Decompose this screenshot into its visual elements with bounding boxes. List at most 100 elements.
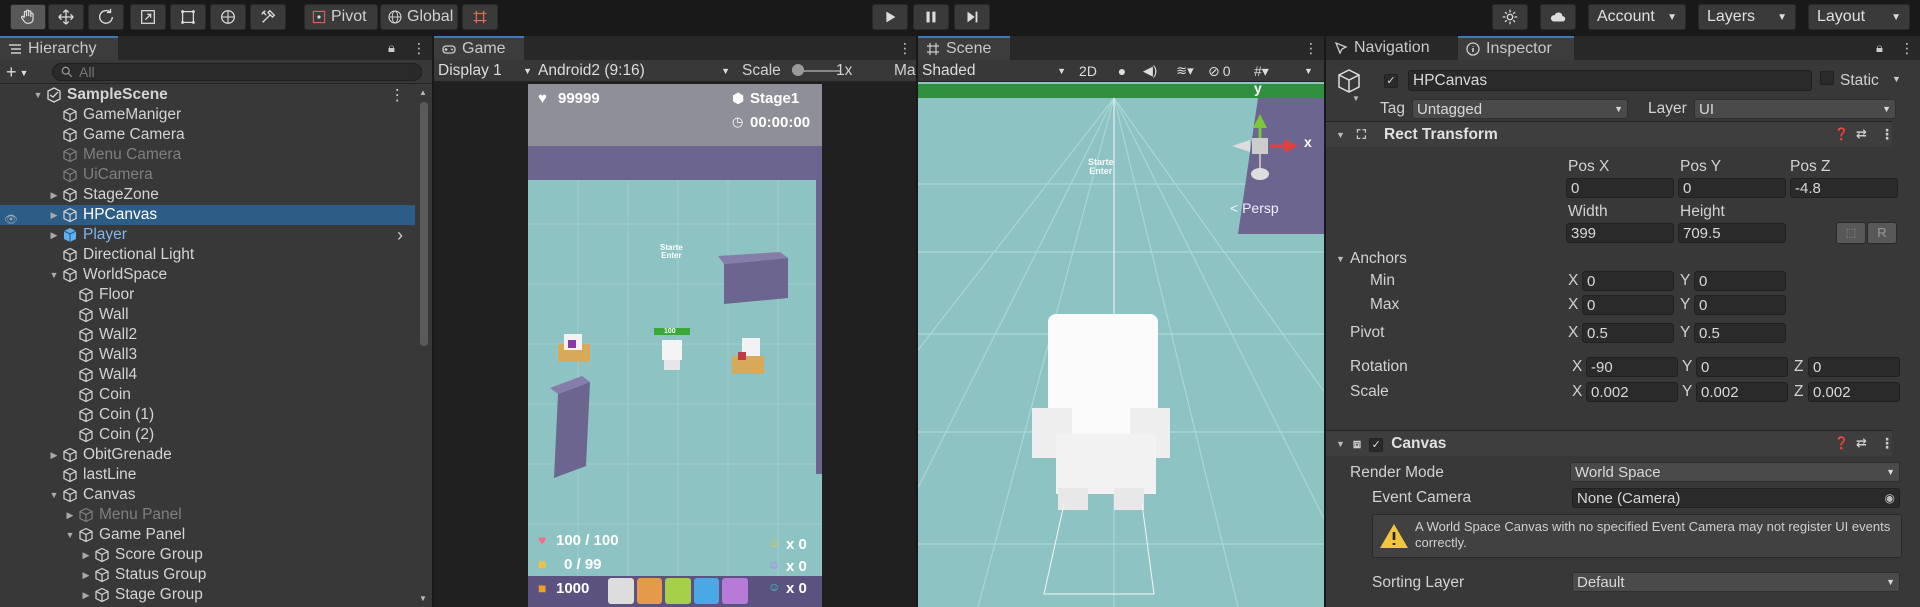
anchors-fold-arrow-icon[interactable]: ▼ (1336, 254, 1345, 264)
tab-navigation[interactable]: Navigation (1326, 36, 1456, 60)
hierarchy-item[interactable]: ▶ StageZone (0, 185, 415, 205)
tab-scene[interactable]: Scene (918, 36, 1010, 60)
game-menu-icon[interactable]: ⋮ (898, 40, 912, 56)
scale-slider-thumb[interactable] (792, 64, 804, 76)
inspector-lock-icon[interactable]: 🔒︎ (1876, 40, 1883, 56)
open-prefab-icon[interactable]: › (397, 225, 403, 246)
tab-game[interactable]: Game (434, 36, 524, 60)
fold-open-icon[interactable]: ▼ (32, 90, 44, 100)
hierarchy-search-field[interactable]: All (52, 63, 422, 81)
anchor-min-x-field[interactable]: 0 (1582, 271, 1674, 291)
sorting-layer-dropdown[interactable]: Default ▼ (1572, 572, 1900, 592)
anchor-min-y-field[interactable]: 0 (1694, 271, 1786, 291)
scale-y-field[interactable]: 0.002 (1696, 382, 1788, 402)
layers-dropdown[interactable]: Layers ▼ (1698, 4, 1796, 30)
hierarchy-item[interactable]: Wall (0, 305, 415, 325)
fold-open-icon[interactable]: ▼ (48, 270, 60, 280)
scale-tool-button[interactable] (130, 4, 166, 30)
hierarchy-item[interactable]: ▶ Stage Group (0, 585, 415, 605)
hand-tool-button[interactable] (10, 4, 46, 30)
help-icon[interactable]: ❓ (1834, 127, 1849, 141)
static-dropdown-arrow-icon[interactable]: ▼ (1892, 74, 1901, 84)
lock-icon[interactable]: 🔒︎ (388, 40, 395, 56)
global-toggle-button[interactable]: Global (380, 4, 458, 30)
rotation-y-field[interactable]: 0 (1696, 357, 1788, 377)
maximize-toggle[interactable]: Ma (894, 62, 916, 80)
hierarchy-item[interactable]: ▼ Canvas (0, 485, 415, 505)
more-dropdown[interactable]: ▼ (1304, 61, 1322, 81)
pivot-toggle-button[interactable]: Pivot (304, 4, 378, 30)
hierarchy-item[interactable]: 👁︎ ▶ HPCanvas (0, 205, 415, 226)
hierarchy-item[interactable]: Coin (0, 385, 415, 405)
object-picker-icon[interactable]: ◉ (1885, 491, 1895, 505)
resolution-dropdown[interactable]: Android2 (9:16) ▼ (538, 61, 730, 81)
object-name-field[interactable]: HPCanvas (1408, 70, 1812, 91)
fold-closed-icon[interactable]: ▶ (48, 190, 60, 201)
active-checkbox[interactable]: ✓ (1384, 71, 1398, 88)
gameobject-icon[interactable] (1334, 66, 1364, 96)
help-icon[interactable]: ❓ (1834, 436, 1849, 450)
dropdown-arrow-icon[interactable]: ▼ (1352, 94, 1360, 103)
pause-button[interactable] (913, 4, 949, 30)
pos-z-field[interactable]: -4.8 (1790, 178, 1898, 198)
fold-closed-icon[interactable]: ▶ (64, 510, 76, 521)
fold-closed-icon[interactable]: ▶ (48, 450, 60, 461)
hierarchy-item[interactable]: ▼ Game Panel (0, 525, 415, 545)
audio-toggle-button[interactable]: ◀) (1138, 61, 1162, 81)
hidden-objects-toggle[interactable]: ⊘ 0 (1208, 61, 1250, 81)
cloud-button[interactable] (1540, 4, 1576, 30)
hierarchy-item[interactable]: UiCamera (0, 165, 415, 185)
fold-open-icon[interactable]: ▼ (48, 490, 60, 500)
layout-dropdown[interactable]: Layout ▼ (1808, 4, 1910, 30)
transform-tool-button[interactable] (210, 4, 246, 30)
move-tool-button[interactable] (48, 4, 84, 30)
pivot-y-field[interactable]: 0.5 (1694, 323, 1786, 343)
hierarchy-item[interactable]: Wall2 (0, 325, 415, 345)
hierarchy-item[interactable]: ▶ Menu Panel (0, 505, 415, 525)
hierarchy-item[interactable]: GameManiger (0, 105, 415, 125)
scrollbar-thumb[interactable] (420, 102, 428, 346)
hierarchy-item[interactable]: Floor (0, 285, 415, 305)
rotation-x-field[interactable]: -90 (1586, 357, 1678, 377)
fold-closed-icon[interactable]: ▶ (80, 590, 92, 601)
scale-x-field[interactable]: 0.002 (1586, 382, 1678, 402)
hierarchy-menu-icon[interactable]: ⋮ (412, 40, 426, 56)
hierarchy-item[interactable]: ▶ Status Group (0, 565, 415, 585)
pivot-x-field[interactable]: 0.5 (1582, 323, 1674, 343)
add-object-button[interactable]: + ▼ (6, 62, 28, 83)
width-field[interactable]: 399 (1566, 223, 1674, 243)
scene-menu-icon[interactable]: ⋮ (390, 86, 406, 105)
grid-snap-button[interactable] (462, 4, 498, 30)
hierarchy-item[interactable]: Coin (1) (0, 405, 415, 425)
shading-mode-dropdown[interactable]: Shaded ▼ (922, 61, 1066, 81)
hierarchy-item[interactable]: Directional Light (0, 245, 415, 265)
effects-dropdown[interactable]: ≋▾ (1168, 61, 1202, 81)
hierarchy-item[interactable]: ▶ ObitGrenade (0, 445, 415, 465)
canvas-enabled-checkbox[interactable]: ✓ (1369, 435, 1384, 453)
component-menu-icon[interactable]: ⋮ (1880, 435, 1894, 452)
static-checkbox[interactable] (1820, 71, 1834, 89)
raw-edit-button[interactable]: R (1867, 222, 1897, 244)
rect-tool-button[interactable] (170, 4, 206, 30)
fold-closed-icon[interactable]: ▶ (80, 550, 92, 561)
presets-icon[interactable]: ⇄ (1856, 126, 1867, 142)
game-render-view[interactable]: ♥ 99999 ⬢ Stage1 ◷ 00:00:00 Starte Enter… (528, 84, 822, 607)
hierarchy-item[interactable]: ▶ Score Group (0, 545, 415, 565)
2d-toggle-button[interactable]: 2D (1072, 61, 1104, 81)
inspector-menu-icon[interactable]: ⋮ (1900, 40, 1914, 56)
blueprint-mode-button[interactable]: ⬚ (1836, 222, 1866, 244)
rotation-z-field[interactable]: 0 (1808, 357, 1900, 377)
tag-dropdown[interactable]: Untagged ▼ (1412, 99, 1628, 119)
hierarchy-item[interactable]: ▼ SampleScene ⋮ (0, 85, 415, 105)
hierarchy-item[interactable]: ▶ Player › (0, 225, 415, 245)
play-button[interactable] (872, 4, 908, 30)
fold-closed-icon[interactable]: ▶ (48, 210, 60, 221)
hierarchy-scrollbar[interactable]: ▲ ▼ (418, 86, 430, 607)
scene-render-view[interactable]: y x < Persp Starte Enter (918, 84, 1324, 607)
custom-tools-button[interactable] (250, 4, 286, 30)
canvas-component-header[interactable]: ▼ ⧈ ✓ Canvas ❓ ⇄ ⋮ (1326, 430, 1894, 456)
fold-open-icon[interactable]: ▼ (64, 530, 76, 540)
display-dropdown[interactable]: Display 1 ▼ (438, 61, 532, 81)
account-dropdown[interactable]: Account ▼ (1588, 4, 1686, 30)
hierarchy-item[interactable]: Game Camera (0, 125, 415, 145)
